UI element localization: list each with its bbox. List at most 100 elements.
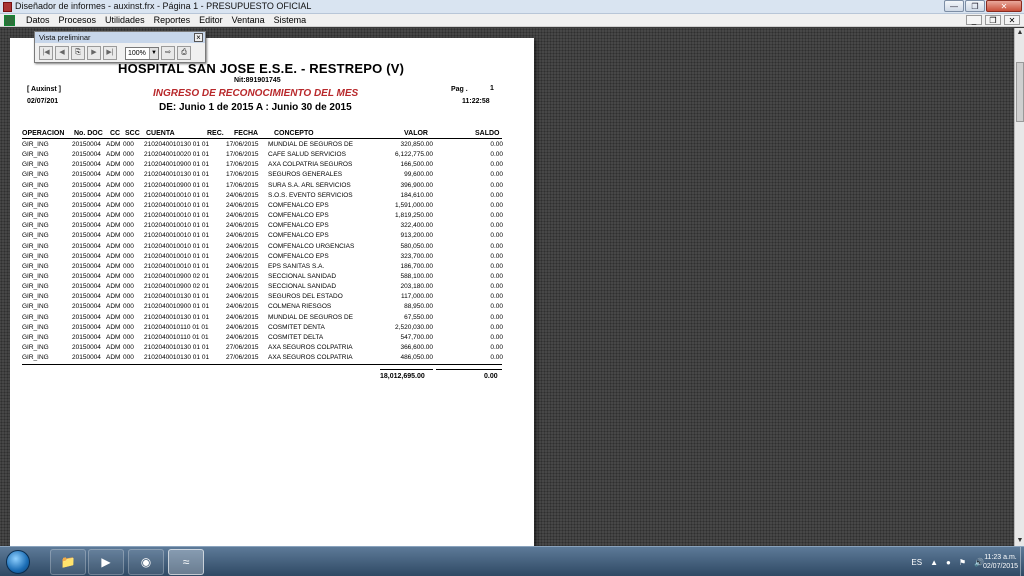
- row-cuenta: 2102040010900 02 01: [144, 283, 210, 291]
- menu-utilidades[interactable]: Utilidades: [105, 15, 145, 25]
- row-cc: ADM: [106, 272, 121, 280]
- menu-ventana[interactable]: Ventana: [232, 15, 265, 25]
- scroll-up-icon[interactable]: ▲: [1015, 28, 1024, 38]
- table-row: GIR_ING 20150004 ADM 000 2102040010130 01 01…: [10, 293, 534, 303]
- system-menu-icon[interactable]: [4, 15, 15, 26]
- row-concepto: COSMITET DELTA: [268, 333, 324, 341]
- menu-editor[interactable]: Editor: [199, 15, 223, 25]
- table-row: GIR_ING 20150004 ADM 000 2102040010110 01 01…: [10, 324, 534, 334]
- minimize-button[interactable]: —: [944, 0, 964, 12]
- row-cuenta: 2102040010010 01 01: [144, 242, 210, 250]
- row-saldo: 0.00: [490, 262, 503, 270]
- row-saldo: 0.00: [490, 222, 503, 230]
- chrome-taskbar-icon[interactable]: ◉: [128, 549, 164, 575]
- row-concepto: AXA SEGUROS COLPATRIA: [268, 344, 353, 351]
- row-scc: 000: [123, 201, 134, 209]
- title-bar: Diseñador de informes - auxinst.frx - Pá…: [0, 0, 1024, 14]
- row-valor: 186,700.00: [400, 262, 433, 270]
- row-doc: 20150004: [72, 262, 101, 270]
- table-row: GIR_ING 20150004 ADM 000 2102040010110 01 01…: [10, 334, 534, 344]
- row-fecha: 27/06/2015: [226, 344, 259, 351]
- show-desktop-button[interactable]: [1020, 547, 1024, 576]
- row-saldo: 0.00: [490, 333, 503, 341]
- last-page-icon[interactable]: ▶|: [103, 46, 117, 60]
- start-button[interactable]: [6, 550, 30, 574]
- total-saldo: 0.00: [484, 373, 498, 380]
- menu-datos[interactable]: Datos: [26, 15, 50, 25]
- doc-close-button[interactable]: ✕: [1004, 15, 1020, 25]
- table-row: GIR_ING 20150004 ADM 000 2102040010130 01 01…: [10, 314, 534, 324]
- print-icon[interactable]: ⎙: [177, 46, 191, 60]
- row-concepto: S.O.S. EVENTO SERVICIOS: [268, 191, 353, 199]
- table-row: GIR_ING 20150004 ADM 000 2102040010010 01 01…: [10, 202, 534, 212]
- row-scc: 000: [123, 212, 134, 220]
- clock[interactable]: 11:23 a.m. 02/07/2015: [983, 553, 1018, 571]
- row-scc: 000: [123, 252, 134, 260]
- row-doc: 20150004: [72, 222, 101, 230]
- row-saldo: 0.00: [490, 212, 503, 220]
- row-valor: 6,122,775.00: [395, 151, 433, 159]
- doc-minimize-button[interactable]: _: [966, 15, 982, 25]
- network-icon[interactable]: ●: [946, 558, 951, 567]
- first-page-icon[interactable]: |◀: [39, 46, 53, 60]
- preview-toolbar[interactable]: Vista preliminar × |◀ ◀ ⎘ ▶ ▶| 100% ▼ ⇨ …: [34, 31, 206, 63]
- menu-procesos[interactable]: Procesos: [59, 15, 97, 25]
- zoom-select[interactable]: 100% ▼: [125, 46, 159, 60]
- menu-reportes[interactable]: Reportes: [154, 15, 191, 25]
- close-button[interactable]: ✕: [986, 0, 1022, 12]
- row-scc: 000: [123, 313, 134, 321]
- row-cuenta: 2102040010110 01 01: [144, 333, 209, 341]
- menu-sistema[interactable]: Sistema: [274, 15, 307, 25]
- row-operacion: GIR_ING: [22, 212, 49, 220]
- row-cc: ADM: [106, 293, 121, 301]
- vertical-scrollbar[interactable]: ▲ ▼: [1014, 28, 1024, 546]
- close-preview-icon[interactable]: ⇨: [161, 46, 175, 60]
- row-saldo: 0.00: [490, 141, 503, 148]
- preview-toolbar-close-icon[interactable]: ×: [194, 33, 203, 42]
- report-designer-taskbar-icon[interactable]: ≈: [168, 549, 204, 575]
- row-cuenta: 2102040010900 01 01: [144, 161, 210, 169]
- row-cuenta: 2102040010900 02 01: [144, 272, 210, 280]
- row-concepto: EPS SANITAS S.A.: [268, 262, 325, 270]
- goto-page-icon[interactable]: ⎘: [71, 46, 85, 60]
- row-concepto: COMFENALCO EPS: [268, 201, 329, 209]
- row-fecha: 17/06/2015: [226, 171, 259, 179]
- row-operacion: GIR_ING: [22, 191, 49, 199]
- row-valor: 580,050.00: [400, 242, 433, 250]
- row-cc: ADM: [106, 161, 121, 169]
- flag-icon[interactable]: ⚑: [959, 558, 966, 567]
- scroll-down-icon[interactable]: ▼: [1015, 536, 1024, 546]
- row-fecha: 24/06/2015: [226, 191, 259, 199]
- row-fecha: 24/06/2015: [226, 293, 259, 301]
- row-saldo: 0.00: [490, 232, 503, 240]
- maximize-button[interactable]: ❐: [965, 0, 985, 12]
- row-concepto: SURA S.A. ARL SERVICIOS: [268, 181, 351, 189]
- menu-bar: Datos Procesos Utilidades Reportes Edito…: [0, 14, 1024, 27]
- explorer-taskbar-icon[interactable]: 📁: [50, 549, 86, 575]
- next-page-icon[interactable]: ▶: [87, 46, 101, 60]
- row-saldo: 0.00: [490, 272, 503, 280]
- previous-page-icon[interactable]: ◀: [55, 46, 69, 60]
- media-player-taskbar-icon[interactable]: ▶: [88, 549, 124, 575]
- doc-restore-button[interactable]: ❐: [985, 15, 1001, 25]
- row-cuenta: 2102040010900 01 01: [144, 303, 210, 311]
- row-valor: 366,600.00: [400, 344, 433, 351]
- row-fecha: 17/06/2015: [226, 181, 259, 189]
- row-scc: 000: [123, 242, 134, 250]
- row-cuenta: 2102040010130 01 01: [144, 171, 210, 179]
- row-operacion: GIR_ING: [22, 313, 49, 321]
- row-concepto: COLMENA RIESGOS: [268, 303, 332, 311]
- preview-toolbar-title[interactable]: Vista preliminar: [35, 32, 205, 43]
- row-scc: 000: [123, 191, 134, 199]
- table-row: GIR_ING 20150004 ADM 000 2102040010010 01 01…: [10, 212, 534, 222]
- row-valor: 99,600.00: [404, 171, 433, 179]
- row-cuenta: 2102040010010 01 01: [144, 262, 210, 270]
- row-cc: ADM: [106, 242, 121, 250]
- scroll-thumb[interactable]: [1016, 62, 1024, 122]
- language-indicator[interactable]: ES: [911, 558, 922, 567]
- row-concepto: COMFENALCO EPS: [268, 222, 329, 230]
- report-subtitle: DE: Junio 1 de 2015 A : Junio 30 de 2015: [159, 102, 352, 113]
- system-tray: ES ▲ ● ⚑ 🔊: [911, 547, 984, 576]
- chevron-down-icon[interactable]: ▼: [149, 47, 158, 59]
- tray-expand-icon[interactable]: ▲: [930, 558, 938, 567]
